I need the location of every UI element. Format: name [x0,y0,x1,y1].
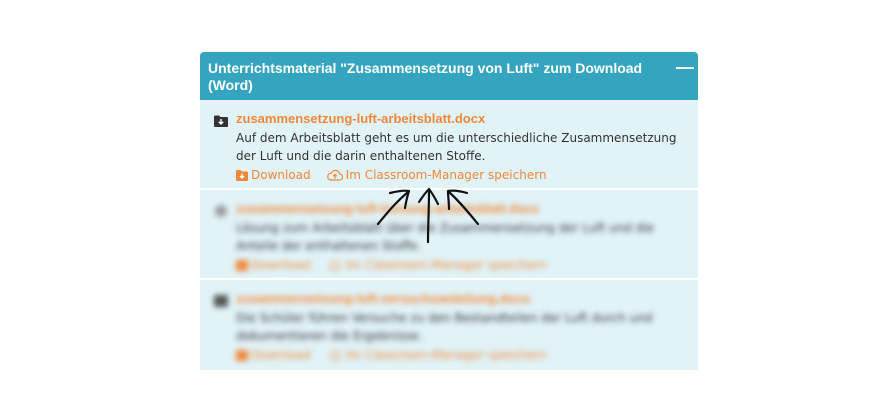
download-button[interactable]: Download [236,348,311,362]
save-classroom-button[interactable]: Im Classroom-Manager speichern [327,258,547,272]
save-classroom-button[interactable]: Im Classroom-Manager speichern [326,168,547,182]
cloud-upload-icon [329,260,340,271]
save-classroom-label: Im Classroom-Manager speichern [345,168,547,182]
file-actions: Download Im Classroom-Manager speichern [236,347,686,363]
file-description: Die Schüler führen Versuche zu den Besta… [236,311,653,343]
download-button[interactable]: Download [236,168,311,182]
cloud-upload-icon [329,350,340,361]
file-download-icon [214,202,228,217]
download-panel: Unterrichtsmaterial "Zusammensetzung von… [200,52,698,370]
file-link[interactable]: zusammensetzung-luft-versuchsanleitung.d… [236,291,530,306]
blurred-content: zusammensetzung-luft-loesung-arbeitsblat… [214,200,686,273]
save-classroom-button[interactable]: Im Classroom-Manager speichern [327,348,547,362]
cloud-upload-icon [326,169,343,181]
collapse-button[interactable]: — [676,58,694,77]
save-classroom-label: Im Classroom-Manager speichern [345,258,547,272]
file-actions: Download Im Classroom-Manager speichern [236,167,686,183]
download-item: zusammensetzung-luft-arbeitsblatt.docx A… [200,100,698,188]
file-link[interactable]: zusammensetzung-luft-loesung-arbeitsblat… [236,201,539,216]
blurred-content: zusammensetzung-luft-versuchsanleitung.d… [214,290,686,363]
file-download-icon [214,112,228,127]
file-row: zusammensetzung-luft-loesung-arbeitsblat… [214,200,686,217]
download-label: Download [251,168,311,182]
file-row: zusammensetzung-luft-versuchsanleitung.d… [214,290,686,307]
file-row: zusammensetzung-luft-arbeitsblatt.docx [214,110,686,127]
download-item: zusammensetzung-luft-loesung-arbeitsblat… [200,190,698,278]
file-download-icon [214,292,228,307]
file-description: Auf dem Arbeitsblatt geht es um die unte… [236,131,677,163]
panel-title: Unterrichtsmaterial "Zusammensetzung von… [208,60,643,93]
save-classroom-label: Im Classroom-Manager speichern [345,348,547,362]
download-label: Download [251,258,311,272]
panel-header[interactable]: Unterrichtsmaterial "Zusammensetzung von… [200,52,698,100]
download-icon [236,259,248,271]
file-description: Lösung zum Arbeitsblatt über die Zusamme… [236,221,655,253]
download-icon [236,349,248,361]
download-label: Download [251,348,311,362]
download-item: zusammensetzung-luft-versuchsanleitung.d… [200,280,698,370]
file-link[interactable]: zusammensetzung-luft-arbeitsblatt.docx [236,111,485,126]
download-icon [236,169,248,181]
file-actions: Download Im Classroom-Manager speichern [236,257,686,273]
download-button[interactable]: Download [236,258,311,272]
